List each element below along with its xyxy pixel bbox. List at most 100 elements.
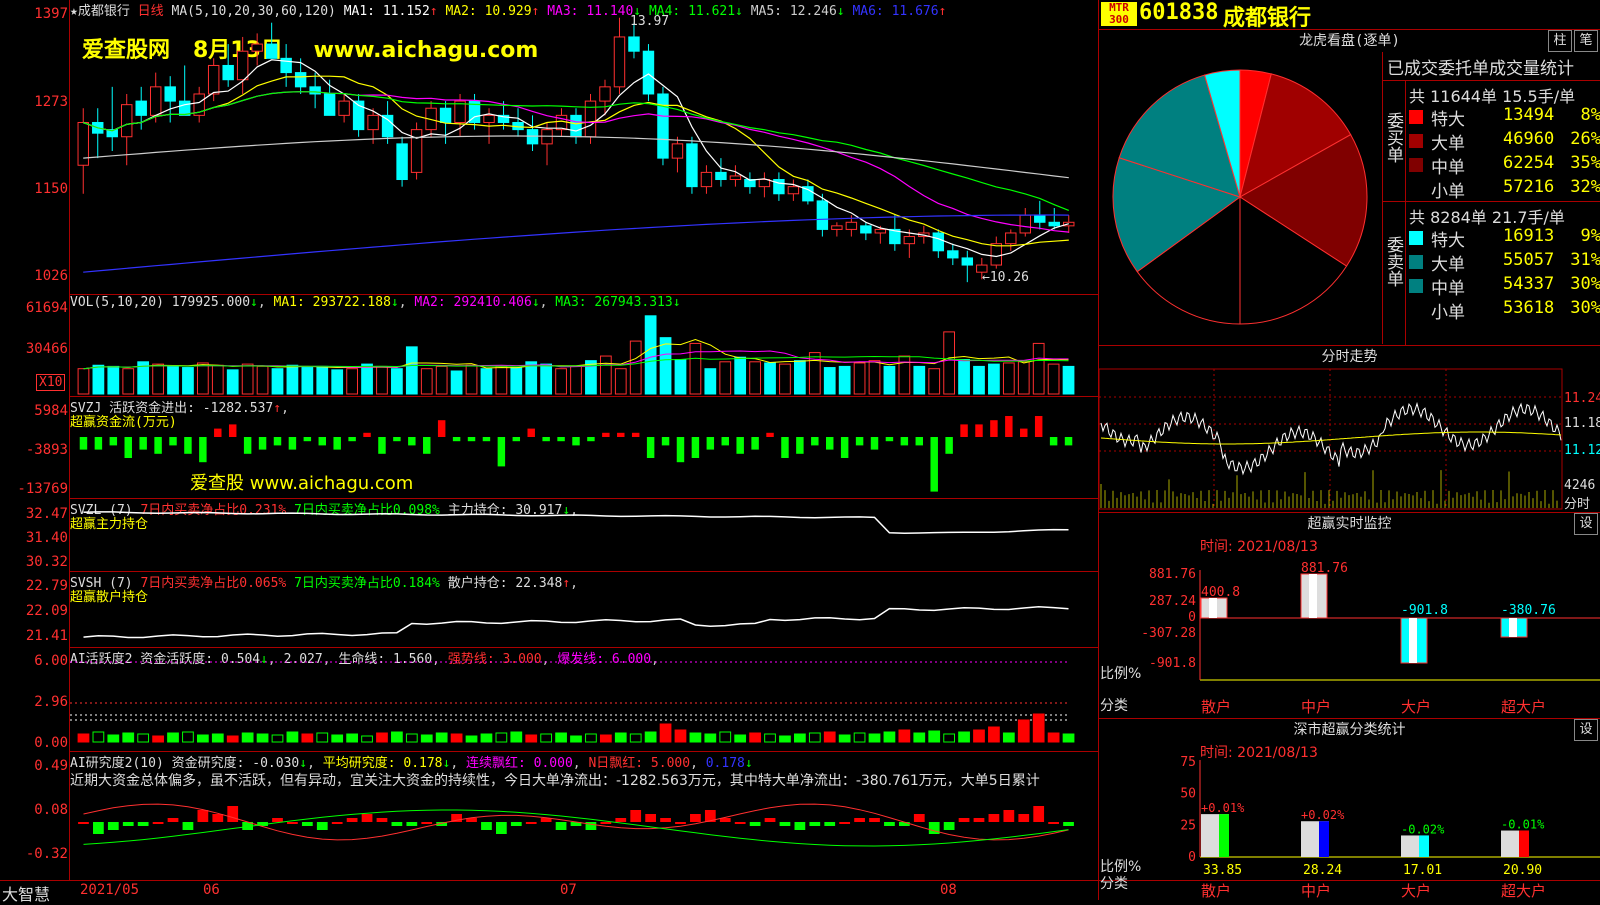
activity-bar [1017, 719, 1030, 743]
order-stat-row: 特大 13494 8% [1383, 105, 1600, 130]
sz-value-label: 28.24 [1303, 863, 1342, 878]
research-bar [1018, 814, 1030, 822]
svzj-bar [139, 437, 147, 450]
volume-bar [1002, 362, 1015, 395]
sell-total: 共 8284单 21.7手/单 [1383, 201, 1600, 227]
kline-chart [77, 17, 1075, 283]
sz-change-label: -0.01% [1501, 818, 1545, 832]
svzl-axis-2: 31.40 [25, 530, 68, 546]
vol-axis-1: 61694 [25, 300, 68, 316]
research-bar [690, 814, 701, 822]
pie-slice [1239, 69, 1272, 198]
fs-axis-2: 11.18 [1564, 416, 1600, 431]
svzj-bar [243, 437, 252, 454]
monitor-settings-button[interactable]: 设 [1574, 513, 1598, 535]
research-bar [630, 810, 642, 822]
pie-slice [1203, 69, 1241, 198]
svzj-bar [557, 437, 565, 442]
order-kind: 小单 [1431, 182, 1465, 202]
tab-bar-button[interactable]: 柱 [1548, 30, 1572, 52]
activity-bar [540, 733, 553, 743]
research-bar [137, 822, 149, 826]
ai-research-panel[interactable]: AI研究度2(10) 资金研究度: -0.030↓, 平均研究度: 0.178↓… [70, 752, 1098, 879]
svzj-bar [109, 437, 118, 446]
tab-tick-button[interactable]: 笔 [1574, 30, 1598, 52]
activity-bar [614, 732, 627, 743]
svzj-bar [467, 437, 476, 442]
kline-axis-3: 1150 [34, 181, 68, 197]
candle-body [309, 86, 321, 95]
order-percent: 8% [1580, 105, 1600, 125]
svzj-bar [766, 432, 774, 437]
volume-panel[interactable]: VOL(5,10,20) 179925.000↓, MA1: 293722.18… [70, 295, 1098, 397]
volume-bar [644, 315, 657, 395]
volume-chart [77, 315, 1075, 395]
stats-title: 已成交委托单成交量统计 [1383, 52, 1600, 81]
order-stat-row: 中单 62254 35% [1383, 153, 1600, 178]
candle-body [236, 50, 249, 81]
volume-bar [853, 362, 866, 395]
sz-cat-label: 分类 [1100, 876, 1128, 892]
candle-body [338, 100, 350, 116]
high-label: 13.97 [630, 14, 670, 29]
svzj-panel[interactable]: SVZJ 活跃资金进出: -1282.537↑, 超赢资金流(万元) 爱查股 w… [70, 397, 1098, 499]
sz-settings-button[interactable]: 设 [1574, 719, 1598, 741]
candle-body [483, 114, 495, 123]
activity-bar [599, 734, 612, 743]
candle-body [77, 121, 89, 166]
svzl-panel[interactable]: SVZL (7) 7日内买卖净占比0.231% 7日内买卖净占比0.098% 主… [70, 499, 1098, 572]
research-bar [615, 818, 627, 822]
ai-activity-panel[interactable]: AI活跃度2 资金活跃度: 0.504↓, 2.027, 生命线: 1.560,… [70, 648, 1098, 752]
research-bar [645, 814, 656, 822]
volume-bar [629, 340, 642, 395]
svzj-bar [437, 420, 446, 437]
svzj-bar [1064, 437, 1073, 446]
mon-axis-tick: -901.8 [1149, 656, 1196, 671]
candle-body [1034, 214, 1046, 223]
volume-bar [405, 346, 418, 395]
sz-change-label: +0.02% [1301, 808, 1345, 822]
volume-bar [823, 367, 836, 395]
research-bar [779, 822, 791, 826]
right-divider [1098, 0, 1099, 900]
legend-swatch [1409, 158, 1423, 172]
activity-bar [256, 733, 269, 743]
candle-body [1048, 221, 1060, 227]
svzj-bar [318, 437, 326, 446]
candle-body [1005, 232, 1017, 245]
stats-inner-divider [1405, 80, 1406, 346]
volume-bar [659, 337, 672, 395]
activity-bar [779, 735, 791, 743]
volume-bar [734, 356, 747, 395]
candle-body [990, 243, 1003, 266]
activity-bar [585, 733, 597, 743]
svzj-bar [527, 428, 535, 437]
activity-bar [823, 731, 836, 743]
svsh-chart [83, 606, 1069, 639]
volume-bar [1017, 361, 1030, 395]
volume-bar [779, 363, 791, 395]
activity-bar [943, 733, 956, 743]
svsh-panel[interactable]: SVSH (7) 7日内买卖净占比0.065% 7日内买卖净占比0.184% 散… [70, 572, 1098, 648]
activity-bar [913, 732, 926, 743]
research-bar [943, 822, 955, 830]
candle-body [816, 200, 829, 230]
research-bar [361, 814, 373, 822]
order-volume: 57216 [1503, 177, 1555, 197]
activity-bar [316, 732, 329, 743]
activity-bar [629, 733, 642, 743]
research-bar [212, 814, 224, 822]
research-bar [1033, 806, 1045, 822]
kline-panel[interactable]: ★成都银行 日线 MA(5,10,20,30,60,120) MA1: 11.1… [70, 0, 1098, 295]
activity-bar [749, 732, 761, 743]
volume-bar [958, 359, 970, 395]
order-kind: 特大 [1431, 110, 1465, 130]
svzj-bar [691, 437, 700, 458]
sz-change-label: +0.01% [1201, 801, 1245, 815]
volume-bar [719, 361, 732, 395]
ai2-axis-3: -0.32 [25, 846, 68, 862]
sz-bar-accent [1419, 835, 1429, 857]
svzj-bar [363, 432, 371, 437]
svzj-bar [512, 437, 521, 442]
activity-bar [152, 735, 164, 743]
